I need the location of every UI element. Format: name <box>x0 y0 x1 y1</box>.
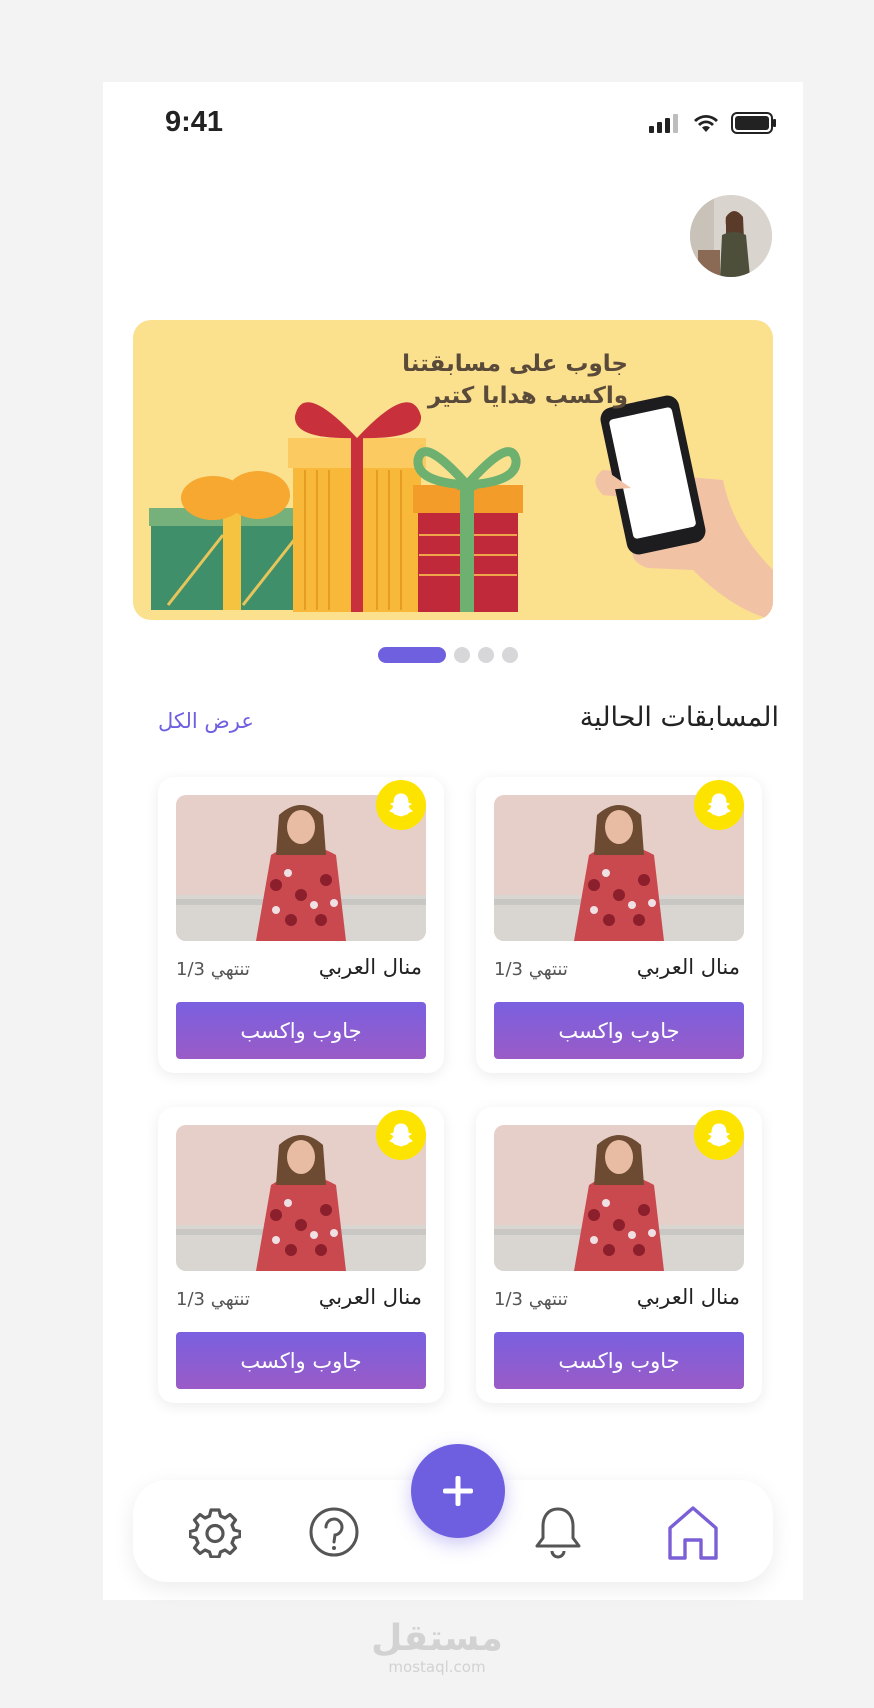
snapchat-icon <box>707 793 731 817</box>
avatar-photo <box>690 195 772 277</box>
add-button[interactable] <box>411 1444 505 1538</box>
battery-icon <box>731 112 776 134</box>
nav-notifications[interactable] <box>530 1504 586 1560</box>
watermark-latin: mostaql.com <box>388 1658 486 1676</box>
banner-headline: جاوب على مسابقتنا واكسب هدايا كتير <box>402 348 628 412</box>
signal-icon <box>649 114 678 133</box>
competition-host-name: منال العربي <box>318 955 422 979</box>
nav-settings[interactable] <box>187 1504 243 1560</box>
bell-icon <box>535 1507 581 1559</box>
snapchat-icon <box>389 793 413 817</box>
competition-host-name: منال العربي <box>636 1285 740 1309</box>
carousel-dot[interactable] <box>478 647 494 663</box>
plus-icon <box>443 1476 473 1506</box>
snapchat-badge <box>376 780 426 830</box>
promo-banner[interactable]: جاوب على مسابقتنا واكسب هدايا كتير <box>133 320 773 620</box>
carousel-dot[interactable] <box>502 647 518 663</box>
user-avatar[interactable] <box>690 195 772 277</box>
nav-home[interactable] <box>665 1504 721 1560</box>
snapchat-icon <box>707 1123 731 1147</box>
watermark-arabic: مستقل <box>371 1618 503 1659</box>
competition-end-date: تنتهي 1/3 <box>176 959 250 980</box>
gear-icon <box>189 1508 241 1558</box>
section-title: المسابقات الحالية <box>579 702 779 733</box>
competition-card[interactable]: منال العربي تنتهي 1/3 جاوب واكسب <box>476 1107 762 1403</box>
help-icon <box>309 1507 359 1557</box>
view-all-link[interactable]: عرض الكل <box>158 709 254 733</box>
competition-host-name: منال العربي <box>636 955 740 979</box>
answer-and-win-button[interactable]: جاوب واكسب <box>494 1332 744 1389</box>
snapchat-badge <box>376 1110 426 1160</box>
answer-and-win-button[interactable]: جاوب واكسب <box>494 1002 744 1059</box>
competition-host-name: منال العربي <box>318 1285 422 1309</box>
competition-card[interactable]: منال العربي تنتهي 1/3 جاوب واكسب <box>158 777 444 1073</box>
snapchat-badge <box>694 1110 744 1160</box>
competitions-grid: منال العربي تنتهي 1/3 جاوب واكسب منال ال… <box>158 777 764 1417</box>
competition-card[interactable]: منال العربي تنتهي 1/3 جاوب واكسب <box>158 1107 444 1403</box>
answer-and-win-button[interactable]: جاوب واكسب <box>176 1002 426 1059</box>
nav-help[interactable] <box>306 1504 362 1560</box>
competition-end-date: تنتهي 1/3 <box>494 959 568 980</box>
answer-and-win-button[interactable]: جاوب واكسب <box>176 1332 426 1389</box>
competition-end-date: تنتهي 1/3 <box>176 1289 250 1310</box>
carousel-dot[interactable] <box>454 647 470 663</box>
carousel-dot-active[interactable] <box>378 647 446 663</box>
phone-screen: 9:41 جاوب على مسابقتنا واكسب هدايا كتير … <box>103 82 803 1600</box>
snapchat-badge <box>694 780 744 830</box>
wifi-icon <box>694 115 718 132</box>
competition-end-date: تنتهي 1/3 <box>494 1289 568 1310</box>
snapchat-icon <box>389 1123 413 1147</box>
status-time: 9:41 <box>165 106 224 138</box>
banner-line-2: واكسب هدايا كتير <box>427 383 628 409</box>
home-icon <box>668 1506 718 1560</box>
watermark: مستقل mostaql.com <box>0 1618 874 1677</box>
status-icons <box>649 112 777 134</box>
banner-line-1: جاوب على مسابقتنا <box>402 351 628 377</box>
carousel-indicator <box>378 647 518 663</box>
competition-card[interactable]: منال العربي تنتهي 1/3 جاوب واكسب <box>476 777 762 1073</box>
